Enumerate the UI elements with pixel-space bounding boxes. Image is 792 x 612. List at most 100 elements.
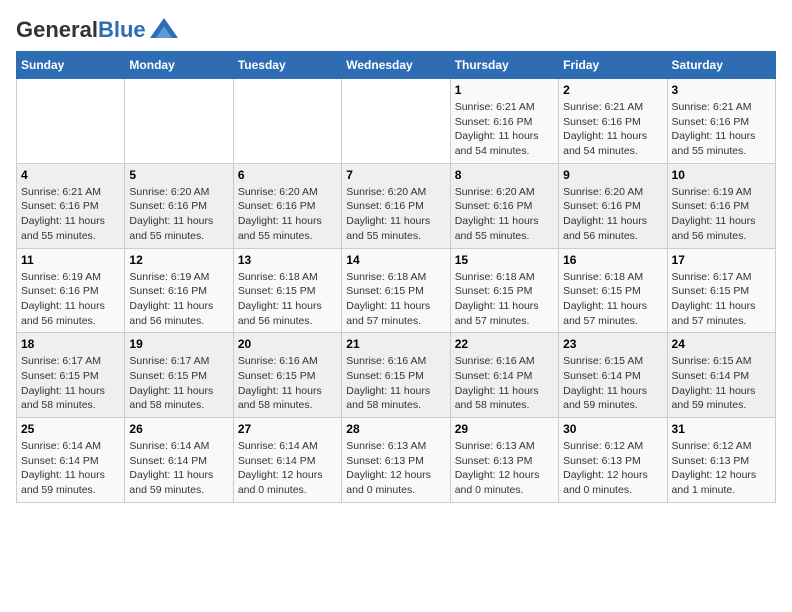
day-info: Sunrise: 6:16 AM Sunset: 6:15 PM Dayligh… [238, 354, 337, 413]
day-number: 5 [129, 168, 228, 182]
day-number: 24 [672, 337, 771, 351]
day-cell: 9 Sunrise: 6:20 AM Sunset: 6:16 PM Daylig… [559, 163, 667, 248]
day-number: 16 [563, 253, 662, 267]
day-info: Sunrise: 6:14 AM Sunset: 6:14 PM Dayligh… [129, 439, 228, 498]
day-number: 21 [346, 337, 445, 351]
day-number: 6 [238, 168, 337, 182]
header-day-monday: Monday [125, 52, 233, 79]
header-day-tuesday: Tuesday [233, 52, 341, 79]
day-info: Sunrise: 6:13 AM Sunset: 6:13 PM Dayligh… [455, 439, 554, 498]
day-cell: 24 Sunrise: 6:15 AM Sunset: 6:14 PM Dayli… [667, 333, 775, 418]
day-number: 15 [455, 253, 554, 267]
logo-general: GeneralBlue [16, 19, 146, 41]
day-info: Sunrise: 6:17 AM Sunset: 6:15 PM Dayligh… [129, 354, 228, 413]
header-day-thursday: Thursday [450, 52, 558, 79]
day-cell: 10Sunrise: 6:19 AM Sunset: 6:16 PM Dayli… [667, 163, 775, 248]
day-info: Sunrise: 6:20 AM Sunset: 6:16 PM Dayligh… [563, 185, 662, 244]
day-info: Sunrise: 6:12 AM Sunset: 6:13 PM Dayligh… [563, 439, 662, 498]
day-number: 14 [346, 253, 445, 267]
week-row-3: 11 Sunrise: 6:19 AM Sunset: 6:16 PM Dayli… [17, 248, 776, 333]
day-info: Sunrise: 6:16 AM Sunset: 6:14 PM Dayligh… [455, 354, 554, 413]
day-number: 13 [238, 253, 337, 267]
day-info: Sunrise: 6:18 AM Sunset: 6:15 PM Dayligh… [563, 270, 662, 329]
day-cell: 12 Sunrise: 6:19 AM Sunset: 6:16 PM Dayli… [125, 248, 233, 333]
day-number: 3 [672, 83, 771, 97]
day-cell: 21 Sunrise: 6:16 AM Sunset: 6:15 PM Dayli… [342, 333, 450, 418]
day-cell: 13 Sunrise: 6:18 AM Sunset: 6:15 PM Dayli… [233, 248, 341, 333]
day-info: Sunrise: 6:21 AM Sunset: 6:16 PM Dayligh… [672, 100, 771, 159]
day-cell: 20 Sunrise: 6:16 AM Sunset: 6:15 PM Dayli… [233, 333, 341, 418]
week-row-2: 4 Sunrise: 6:21 AM Sunset: 6:16 PM Daylig… [17, 163, 776, 248]
day-cell [125, 79, 233, 164]
day-cell: 17 Sunrise: 6:17 AM Sunset: 6:15 PM Dayli… [667, 248, 775, 333]
page-header: GeneralBlue [16, 16, 776, 43]
day-info: Sunrise: 6:18 AM Sunset: 6:15 PM Dayligh… [346, 270, 445, 329]
day-number: 4 [21, 168, 120, 182]
day-info: Sunrise: 6:20 AM Sunset: 6:16 PM Dayligh… [455, 185, 554, 244]
day-info: Sunrise: 6:16 AM Sunset: 6:15 PM Dayligh… [346, 354, 445, 413]
day-cell [17, 79, 125, 164]
day-cell: 18 Sunrise: 6:17 AM Sunset: 6:15 PM Dayli… [17, 333, 125, 418]
day-info: Sunrise: 6:14 AM Sunset: 6:14 PM Dayligh… [21, 439, 120, 498]
header-day-saturday: Saturday [667, 52, 775, 79]
day-info: Sunrise: 6:20 AM Sunset: 6:16 PM Dayligh… [238, 185, 337, 244]
day-number: 12 [129, 253, 228, 267]
calendar-body: 1Sunrise: 6:21 AM Sunset: 6:16 PM Daylig… [17, 79, 776, 503]
day-number: 31 [672, 422, 771, 436]
day-cell: 3 Sunrise: 6:21 AM Sunset: 6:16 PM Daylig… [667, 79, 775, 164]
day-number: 25 [21, 422, 120, 436]
header-row: SundayMondayTuesdayWednesdayThursdayFrid… [17, 52, 776, 79]
day-number: 28 [346, 422, 445, 436]
day-info: Sunrise: 6:19 AM Sunset: 6:16 PM Dayligh… [672, 185, 771, 244]
logo: GeneralBlue [16, 16, 178, 43]
day-number: 29 [455, 422, 554, 436]
day-info: Sunrise: 6:18 AM Sunset: 6:15 PM Dayligh… [455, 270, 554, 329]
header-day-friday: Friday [559, 52, 667, 79]
day-number: 27 [238, 422, 337, 436]
day-number: 26 [129, 422, 228, 436]
day-cell: 28 Sunrise: 6:13 AM Sunset: 6:13 PM Dayli… [342, 418, 450, 503]
day-cell: 19 Sunrise: 6:17 AM Sunset: 6:15 PM Dayli… [125, 333, 233, 418]
day-cell [233, 79, 341, 164]
day-number: 11 [21, 253, 120, 267]
day-cell: 22Sunrise: 6:16 AM Sunset: 6:14 PM Dayli… [450, 333, 558, 418]
day-cell: 23 Sunrise: 6:15 AM Sunset: 6:14 PM Dayli… [559, 333, 667, 418]
day-info: Sunrise: 6:15 AM Sunset: 6:14 PM Dayligh… [672, 354, 771, 413]
day-info: Sunrise: 6:21 AM Sunset: 6:16 PM Dayligh… [455, 100, 554, 159]
header-day-sunday: Sunday [17, 52, 125, 79]
day-cell: 2Sunrise: 6:21 AM Sunset: 6:16 PM Daylig… [559, 79, 667, 164]
day-cell [342, 79, 450, 164]
logo-icon [150, 18, 178, 43]
day-number: 7 [346, 168, 445, 182]
header-day-wednesday: Wednesday [342, 52, 450, 79]
day-number: 19 [129, 337, 228, 351]
day-info: Sunrise: 6:19 AM Sunset: 6:16 PM Dayligh… [21, 270, 120, 329]
day-info: Sunrise: 6:20 AM Sunset: 6:16 PM Dayligh… [346, 185, 445, 244]
day-info: Sunrise: 6:17 AM Sunset: 6:15 PM Dayligh… [21, 354, 120, 413]
day-cell: 11 Sunrise: 6:19 AM Sunset: 6:16 PM Dayli… [17, 248, 125, 333]
day-number: 18 [21, 337, 120, 351]
day-info: Sunrise: 6:18 AM Sunset: 6:15 PM Dayligh… [238, 270, 337, 329]
day-info: Sunrise: 6:13 AM Sunset: 6:13 PM Dayligh… [346, 439, 445, 498]
day-info: Sunrise: 6:21 AM Sunset: 6:16 PM Dayligh… [21, 185, 120, 244]
day-cell: 26 Sunrise: 6:14 AM Sunset: 6:14 PM Dayli… [125, 418, 233, 503]
day-number: 30 [563, 422, 662, 436]
day-number: 17 [672, 253, 771, 267]
day-cell: 25 Sunrise: 6:14 AM Sunset: 6:14 PM Dayli… [17, 418, 125, 503]
day-cell: 27Sunrise: 6:14 AM Sunset: 6:14 PM Dayli… [233, 418, 341, 503]
day-info: Sunrise: 6:12 AM Sunset: 6:13 PM Dayligh… [672, 439, 771, 498]
day-cell: 5Sunrise: 6:20 AM Sunset: 6:16 PM Daylig… [125, 163, 233, 248]
day-cell: 8Sunrise: 6:20 AM Sunset: 6:16 PM Daylig… [450, 163, 558, 248]
day-info: Sunrise: 6:19 AM Sunset: 6:16 PM Dayligh… [129, 270, 228, 329]
day-info: Sunrise: 6:15 AM Sunset: 6:14 PM Dayligh… [563, 354, 662, 413]
day-cell: 29 Sunrise: 6:13 AM Sunset: 6:13 PM Dayli… [450, 418, 558, 503]
calendar-header: SundayMondayTuesdayWednesdayThursdayFrid… [17, 52, 776, 79]
week-row-1: 1Sunrise: 6:21 AM Sunset: 6:16 PM Daylig… [17, 79, 776, 164]
day-number: 9 [563, 168, 662, 182]
day-info: Sunrise: 6:17 AM Sunset: 6:15 PM Dayligh… [672, 270, 771, 329]
day-number: 23 [563, 337, 662, 351]
day-cell: 16 Sunrise: 6:18 AM Sunset: 6:15 PM Dayli… [559, 248, 667, 333]
day-cell: 1Sunrise: 6:21 AM Sunset: 6:16 PM Daylig… [450, 79, 558, 164]
day-cell: 30 Sunrise: 6:12 AM Sunset: 6:13 PM Dayli… [559, 418, 667, 503]
day-number: 20 [238, 337, 337, 351]
